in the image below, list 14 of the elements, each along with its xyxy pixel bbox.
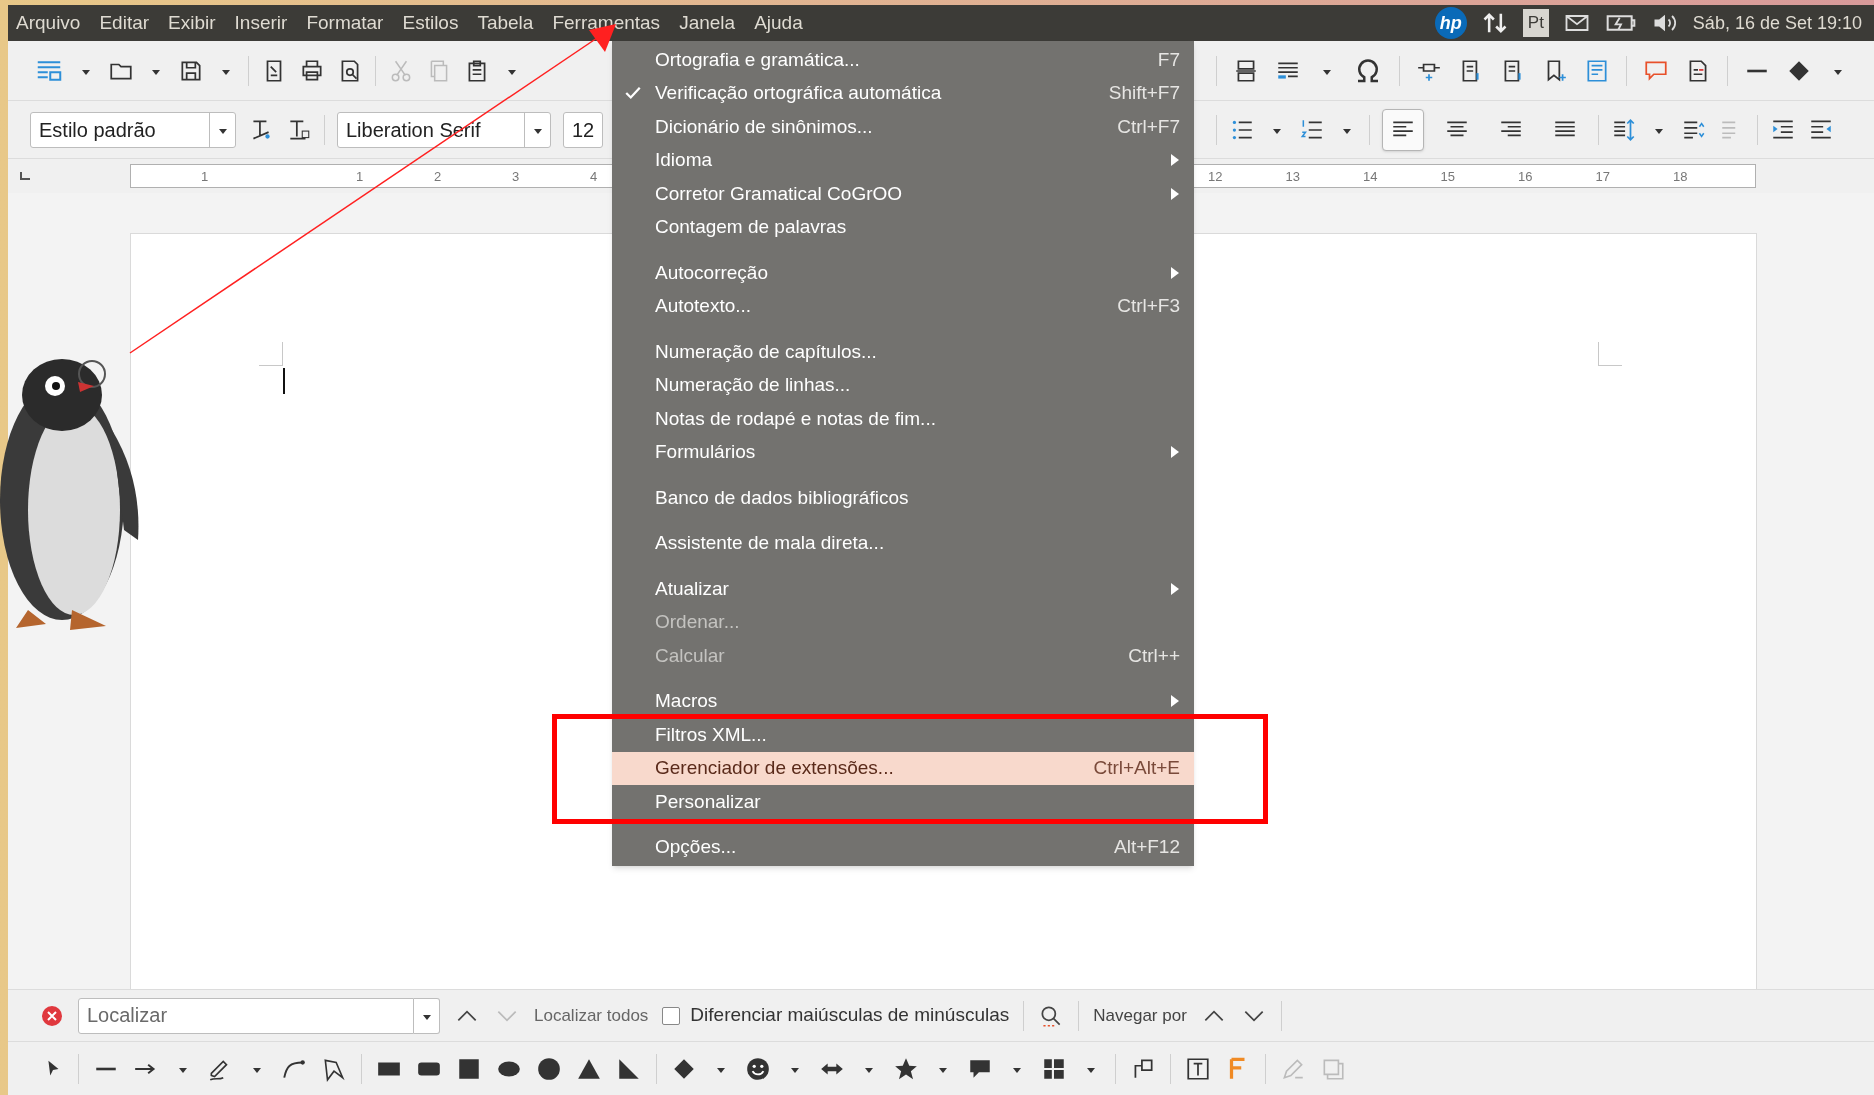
- ruler-number: 17: [1595, 169, 1610, 183]
- ruler-number: 3: [512, 169, 520, 183]
- ruler-number: 16: [1518, 169, 1533, 183]
- ruler-number: 12: [1208, 169, 1223, 183]
- match-case-label: Diferenciar maiúsculas de minúsculas: [690, 1003, 1010, 1028]
- navigate-by-label: Navegar por: [1093, 1004, 1187, 1027]
- ruler-number: 4: [590, 169, 598, 183]
- ruler-number: 1: [201, 169, 209, 183]
- ruler-number: 13: [1285, 169, 1300, 183]
- ruler-number: 14: [1363, 169, 1378, 183]
- ruler-number: 2: [434, 169, 442, 183]
- ruler-number: 18: [1673, 169, 1688, 183]
- ruler-number: 15: [1440, 169, 1455, 183]
- ruler-number: 1: [356, 169, 364, 183]
